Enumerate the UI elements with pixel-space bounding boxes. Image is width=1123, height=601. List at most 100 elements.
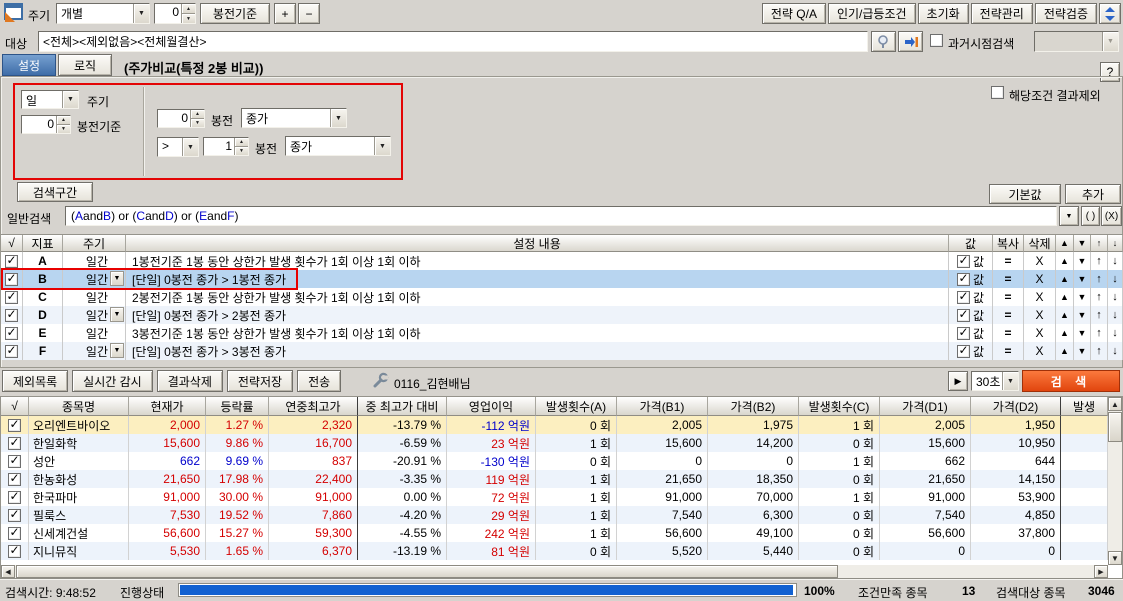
move-down-button[interactable]: ▼ bbox=[1074, 270, 1091, 288]
copy-button[interactable]: = bbox=[993, 288, 1024, 306]
result-toolbar-button-1[interactable]: 실시간 감시 bbox=[72, 370, 153, 392]
cond-header-up[interactable]: ▲ bbox=[1056, 235, 1074, 252]
count-spinner[interactable]: 0 ▲ ▼ bbox=[154, 3, 196, 24]
condition-content[interactable]: [단일] 0봉전 종가 > 1봉전 종가 bbox=[126, 270, 949, 288]
move-top-button[interactable]: ↑ bbox=[1091, 288, 1108, 306]
spin-up-icon[interactable]: ▲ bbox=[57, 116, 70, 124]
condition-value-cell[interactable]: ✓값 bbox=[949, 288, 993, 306]
period-dropdown[interactable]: 개별 ▼ bbox=[56, 3, 150, 24]
expression-dropdown-button[interactable]: ▼ bbox=[1059, 206, 1079, 226]
result-row[interactable]: ✓신세계건설56,60015.27 %59,300-4.55 %242 억원1 … bbox=[1, 524, 1122, 542]
updown-button[interactable] bbox=[1099, 3, 1121, 24]
value-checkbox[interactable]: ✓ bbox=[957, 273, 970, 286]
past-search-checkbox[interactable] bbox=[930, 34, 943, 47]
spin-down-icon[interactable]: ▼ bbox=[182, 13, 195, 23]
chevron-down-icon[interactable]: ▼ bbox=[110, 271, 124, 286]
cond-header-indicator[interactable]: 지표 bbox=[23, 235, 63, 252]
paren-button[interactable]: ( ) bbox=[1081, 206, 1100, 226]
bar-basis-button[interactable]: 봉전기준 bbox=[200, 3, 270, 24]
operator-dropdown[interactable]: > ▼ bbox=[157, 137, 199, 157]
condition-period-cell[interactable]: 일간▼ bbox=[63, 270, 126, 288]
condition-content[interactable]: 1봉전기준 1봉 동안 상한가 발생 횟수가 1회 이상 1회 이하 bbox=[126, 252, 949, 270]
condition-period-cell[interactable]: 일간▼ bbox=[63, 342, 126, 360]
move-bottom-button[interactable]: ↓ bbox=[1108, 306, 1123, 324]
strategy-button-2[interactable]: 초기화 bbox=[918, 3, 969, 24]
delete-button[interactable]: X bbox=[1024, 288, 1056, 306]
result-header-11[interactable]: 가격(D2) bbox=[971, 397, 1061, 416]
strategy-button-1[interactable]: 인기/급등조건 bbox=[828, 3, 916, 24]
general-search-expression[interactable]: (A and B) or (C and D) or (E and F) bbox=[65, 206, 1057, 226]
delete-button[interactable]: X bbox=[1024, 324, 1056, 342]
result-toolbar-button-3[interactable]: 전략저장 bbox=[227, 370, 293, 392]
cond-header-bottom[interactable]: ↓ bbox=[1108, 235, 1123, 252]
spin-down-icon[interactable]: ▼ bbox=[57, 124, 70, 133]
copy-button[interactable]: = bbox=[993, 306, 1024, 324]
move-up-button[interactable]: ▲ bbox=[1056, 288, 1074, 306]
result-checkbox[interactable]: ✓ bbox=[8, 473, 21, 486]
move-bottom-button[interactable]: ↓ bbox=[1108, 324, 1123, 342]
result-header-3[interactable]: 연중최고가 bbox=[269, 397, 358, 416]
chevron-down-icon[interactable]: ▼ bbox=[62, 91, 78, 108]
value-checkbox[interactable]: ✓ bbox=[957, 291, 970, 304]
move-up-button[interactable]: ▲ bbox=[1056, 324, 1074, 342]
condition-checkbox[interactable]: ✓ bbox=[5, 345, 18, 358]
result-checkbox[interactable]: ✓ bbox=[8, 491, 21, 504]
panel-period-dropdown[interactable]: 일 ▼ bbox=[21, 90, 79, 109]
spin-up-icon[interactable]: ▲ bbox=[182, 4, 195, 13]
move-down-button[interactable]: ▼ bbox=[1074, 306, 1091, 324]
condition-checkbox[interactable]: ✓ bbox=[5, 309, 18, 322]
result-toolbar-button-4[interactable]: 전송 bbox=[297, 370, 341, 392]
send-to-button[interactable] bbox=[898, 31, 923, 52]
move-up-button[interactable]: ▲ bbox=[1056, 342, 1074, 360]
value-checkbox[interactable]: ✓ bbox=[957, 309, 970, 322]
result-header-12[interactable]: 발생 bbox=[1061, 397, 1108, 416]
condition-value-cell[interactable]: ✓값 bbox=[949, 270, 993, 288]
strategy-button-4[interactable]: 전략검증 bbox=[1035, 3, 1097, 24]
result-header-7[interactable]: 가격(B1) bbox=[617, 397, 708, 416]
value-checkbox[interactable]: ✓ bbox=[957, 327, 970, 340]
cond-header-copy[interactable]: 복사 bbox=[993, 235, 1024, 252]
minus-button[interactable]: − bbox=[298, 3, 320, 24]
cond-header-period[interactable]: 주기 bbox=[63, 235, 126, 252]
result-checkbox[interactable]: ✓ bbox=[8, 545, 21, 558]
move-top-button[interactable]: ↑ bbox=[1091, 270, 1108, 288]
scroll-left-icon[interactable]: ◀ bbox=[1, 565, 15, 578]
result-row[interactable]: ✓성안6629.69 %837-20.91 %-130 억원0 회001 회66… bbox=[1, 452, 1122, 470]
copy-button[interactable]: = bbox=[993, 270, 1024, 288]
bar1-field-dropdown[interactable]: 종가 ▼ bbox=[241, 108, 347, 128]
delete-button[interactable]: X bbox=[1024, 342, 1056, 360]
panel-bar-basis-spinner[interactable]: 0 ▲ ▼ bbox=[21, 115, 71, 134]
add-button[interactable]: 추가 bbox=[1065, 184, 1121, 204]
vertical-scrollbar[interactable]: ▲ ▼ bbox=[1108, 397, 1122, 565]
move-bottom-button[interactable]: ↓ bbox=[1108, 270, 1123, 288]
strategy-button-0[interactable]: 전략 Q/A bbox=[762, 3, 826, 24]
target-input[interactable]: <전체><제외없음><전체월결산> bbox=[38, 31, 868, 52]
search-range-button[interactable]: 검색구간 bbox=[17, 182, 93, 202]
result-row[interactable]: ✓한국파마91,00030.00 %91,0000.00 %72 억원1 회91… bbox=[1, 488, 1122, 506]
move-up-button[interactable]: ▲ bbox=[1056, 270, 1074, 288]
move-top-button[interactable]: ↑ bbox=[1091, 324, 1108, 342]
spin-up-icon[interactable]: ▲ bbox=[191, 110, 204, 118]
result-row[interactable]: ✓오리엔트바이오2,0001.27 %2,320-13.79 %-112 억원0… bbox=[1, 416, 1122, 434]
condition-period-cell[interactable]: 일간▼ bbox=[63, 306, 126, 324]
spin-up-icon[interactable]: ▲ bbox=[235, 138, 248, 146]
chevron-down-icon[interactable]: ▼ bbox=[182, 138, 198, 156]
chevron-down-icon[interactable]: ▼ bbox=[330, 109, 346, 127]
plus-button[interactable]: + bbox=[274, 3, 296, 24]
condition-checkbox[interactable]: ✓ bbox=[5, 327, 18, 340]
copy-button[interactable]: = bbox=[993, 342, 1024, 360]
cond-header-value[interactable]: 값 bbox=[949, 235, 993, 252]
result-header-1[interactable]: 현재가 bbox=[129, 397, 206, 416]
condition-content[interactable]: 2봉전기준 1봉 동안 상한가 발생 횟수가 1회 이상 1회 이하 bbox=[126, 288, 949, 306]
chevron-down-icon[interactable]: ▼ bbox=[133, 4, 149, 23]
delete-button[interactable]: X bbox=[1024, 252, 1056, 270]
condition-value-cell[interactable]: ✓값 bbox=[949, 324, 993, 342]
condition-checkbox[interactable]: ✓ bbox=[5, 273, 18, 286]
wrench-icon[interactable] bbox=[372, 372, 389, 392]
condition-checkbox[interactable]: ✓ bbox=[5, 291, 18, 304]
horizontal-scrollbar[interactable]: ◀ ▶ bbox=[1, 565, 1108, 578]
result-header-8[interactable]: 가격(B2) bbox=[708, 397, 799, 416]
paren-x-button[interactable]: (X) bbox=[1101, 206, 1122, 226]
move-bottom-button[interactable]: ↓ bbox=[1108, 252, 1123, 270]
condition-content[interactable]: [단일] 0봉전 종가 > 2봉전 종가 bbox=[126, 306, 949, 324]
